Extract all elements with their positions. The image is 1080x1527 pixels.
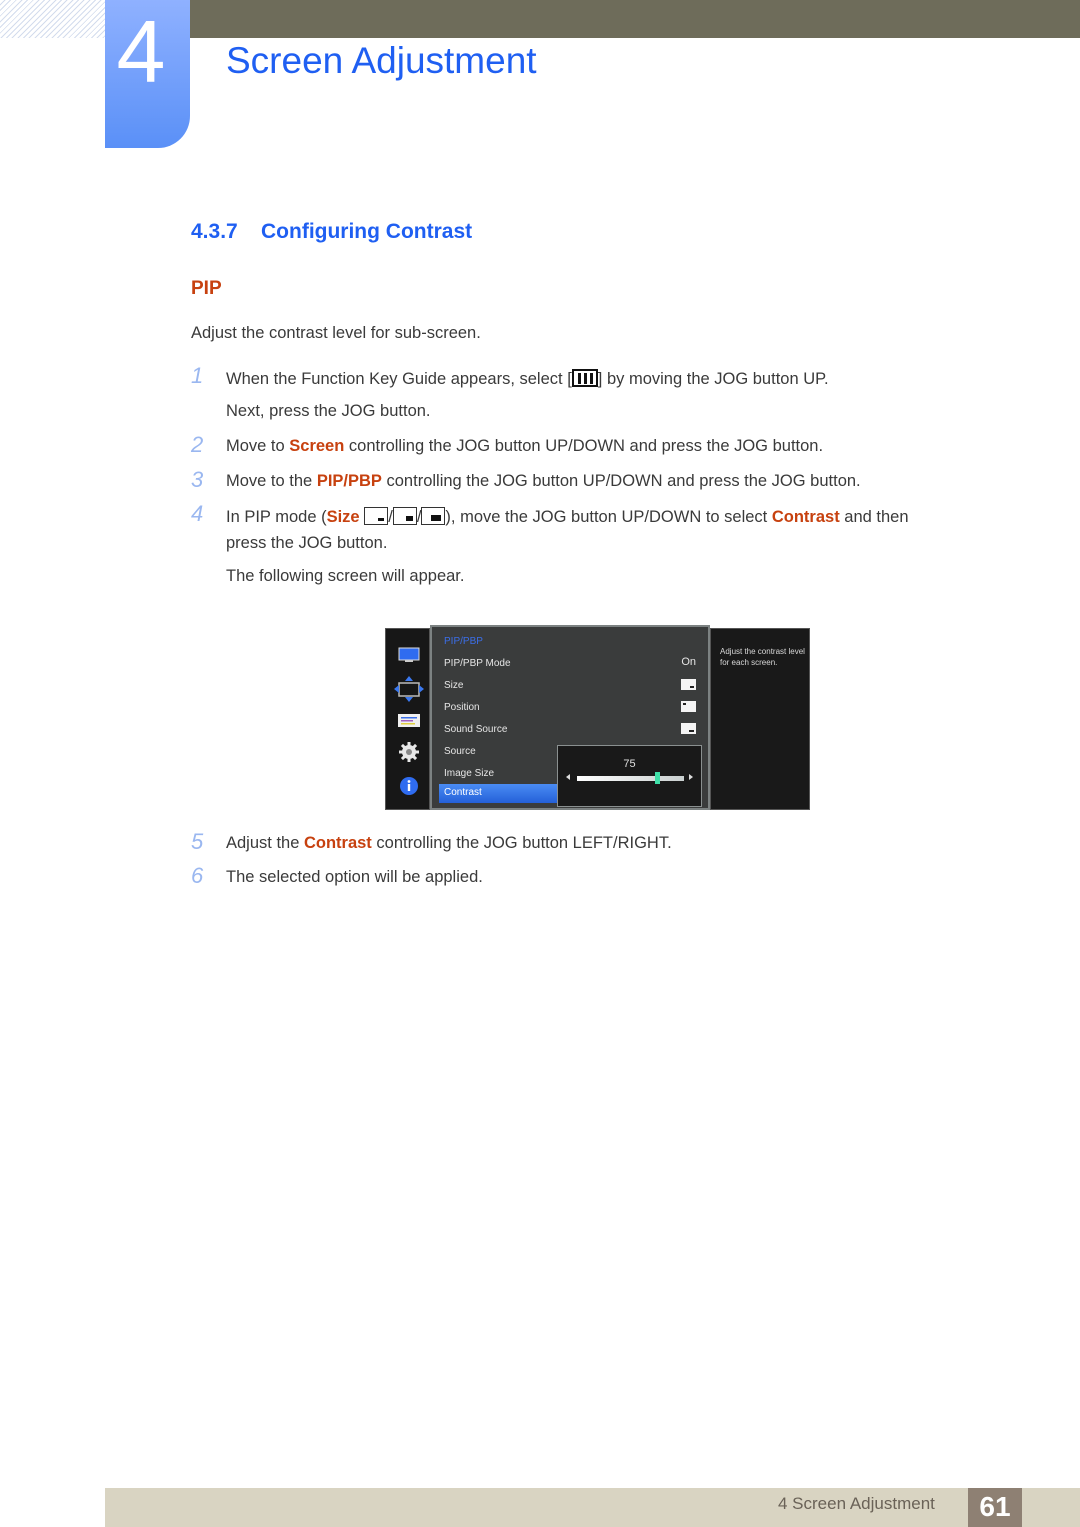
pip-size-medium-icon xyxy=(392,507,417,525)
osd-item-image-size[interactable]: Image Size xyxy=(444,768,494,779)
step-number: 1 xyxy=(191,363,204,388)
chapter-title: Screen Adjustment xyxy=(226,40,537,81)
step-1-continuation: Next, press the JOG button. xyxy=(226,402,431,420)
position-top-left-icon xyxy=(681,701,696,712)
step-number: 5 xyxy=(191,829,204,854)
size-small-icon xyxy=(681,679,696,690)
step-number: 2 xyxy=(191,432,204,457)
contrast-slider-thumb[interactable] xyxy=(655,772,661,784)
osd-header: PIP/PBP xyxy=(444,636,483,647)
osd-sidebar xyxy=(385,628,430,810)
osd-help-panel: Adjust the contrast level for each scree… xyxy=(710,628,810,810)
pip-size-large-icon xyxy=(421,507,446,525)
chapter-number: 4 xyxy=(116,2,166,101)
osd-value-on: On xyxy=(681,656,696,668)
function-key-guide-icon xyxy=(571,369,598,387)
system-gear-icon xyxy=(399,742,419,762)
contrast-slider-track[interactable] xyxy=(577,776,684,781)
chapter-badge: 4 xyxy=(105,0,190,148)
subsection-title: PIP xyxy=(191,278,222,299)
section-title: 4.3.7 Configuring Contrast xyxy=(191,220,472,244)
picture-icon xyxy=(398,647,420,662)
highlight-term: Contrast xyxy=(303,834,372,852)
page-number-box: 61 xyxy=(968,1488,1022,1527)
section-title-text: Configuring Contrast xyxy=(261,220,473,243)
highlight-term: Contrast xyxy=(771,508,840,526)
intro-text: Adjust the contrast level for sub-screen… xyxy=(191,324,481,342)
osd-item-sound-source[interactable]: Sound Source xyxy=(444,724,507,735)
page-number: 61 xyxy=(979,1491,1011,1522)
osd-help-text: Adjust the contrast level for each scree… xyxy=(720,647,805,667)
slider-right-arrow-icon[interactable] xyxy=(689,774,693,780)
osd-main-panel: PIP/PBP PIP/PBP Mode On Size Position So… xyxy=(430,625,710,810)
step-4-continuation: press the JOG button. xyxy=(226,534,388,552)
highlight-term: Size xyxy=(326,508,360,526)
osd-item-size[interactable]: Size xyxy=(444,680,463,691)
contrast-value: 75 xyxy=(623,758,636,770)
sound-source-icon xyxy=(681,723,696,734)
osd-item-contrast-selected[interactable]: Contrast xyxy=(439,784,557,803)
osd-item-position[interactable]: Position xyxy=(444,702,480,713)
setup-icon xyxy=(398,714,420,727)
pip-size-small-icon xyxy=(364,507,389,525)
section-number: 4.3.7 xyxy=(191,220,238,243)
footer-chapter-label: 4 Screen Adjustment xyxy=(778,1494,935,1513)
osd-item-source[interactable]: Source xyxy=(444,746,476,757)
step-number: 3 xyxy=(191,467,204,492)
onscreen-display-icon xyxy=(394,676,424,702)
highlight-term: Screen xyxy=(289,437,345,455)
osd-item-pip-pbp-mode[interactable]: PIP/PBP Mode xyxy=(444,658,511,669)
step-number: 6 xyxy=(191,863,204,888)
corner-hatch xyxy=(0,0,105,38)
contrast-slider-popup: 75 xyxy=(557,745,702,807)
osd-menu-screenshot: PIP/PBP PIP/PBP Mode On Size Position So… xyxy=(385,625,810,810)
information-icon xyxy=(400,777,418,795)
header-bar xyxy=(190,0,1080,38)
slider-left-arrow-icon[interactable] xyxy=(566,774,570,780)
step-number: 4 xyxy=(191,501,204,526)
step-4-note: The following screen will appear. xyxy=(226,567,465,585)
highlight-term: PIP/PBP xyxy=(316,472,382,490)
